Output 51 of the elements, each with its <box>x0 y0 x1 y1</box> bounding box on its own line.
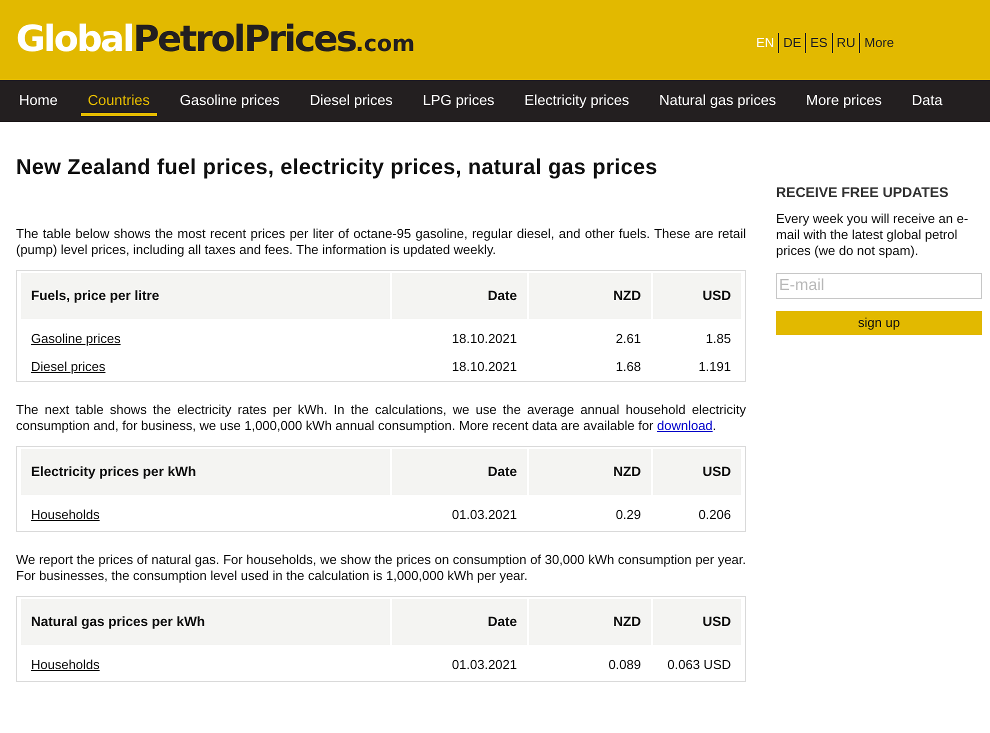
table-cell-text: 0.29 <box>614 506 642 524</box>
language-link[interactable]: ES <box>805 33 832 53</box>
fuel-link[interactable]: Households <box>31 657 100 672</box>
page-title: New Zealand fuel prices, electricity prices, natural gas prices <box>16 154 658 181</box>
column-header: NZD <box>529 273 651 319</box>
language-link[interactable]: More <box>859 33 898 53</box>
fuel-link[interactable]: Households <box>31 507 100 522</box>
column-header: Date <box>392 449 527 495</box>
table-cell-text: 1.68 <box>614 358 642 376</box>
nav-link[interactable]: Countries <box>72 80 165 122</box>
nav-link[interactable]: Data <box>896 80 958 122</box>
language-link[interactable]: DE <box>778 33 806 53</box>
nav-link[interactable]: Natural gas prices <box>644 80 792 122</box>
intro-paragraph: We report the prices of natural gas. For households, we show the prices on consumption of 30,000 kWh consumption per year. For businesses, the consumption level used in the calculation is 1,000,000 kWh per year. <box>16 552 746 584</box>
language-link[interactable]: RU <box>832 33 860 53</box>
sidebar-heading: RECEIVE FREE UPDATES <box>776 183 950 202</box>
table-cell-text: 18.10.2021 <box>450 358 518 376</box>
intro-paragraph: The next table shows the electricity rates per kWh. In the calculations, we use the average annual household electricity consumption and, for business, we use 1,000,000 kWh annual consumption. More recent data are available for download. <box>16 402 746 434</box>
sign-up-button[interactable]: sign up <box>776 311 982 335</box>
intro-paragraph: The table below shows the most recent prices per liter of octane-95 gasoline, regular diesel, and other fuels. These are retail (pump) level prices, including all taxes and fees. The information is updated weekly. <box>16 226 746 258</box>
email-field[interactable]: E-mail <box>776 273 982 299</box>
nav-link[interactable]: LPG prices <box>408 80 510 122</box>
table-cell-text: 0.089 <box>607 656 642 674</box>
table-cell-text: 1.191 <box>697 358 732 376</box>
table-cell-text: 1.85 <box>704 330 732 348</box>
nav-link[interactable]: Diesel prices <box>294 80 408 122</box>
download-link[interactable]: download <box>657 418 713 433</box>
column-header: Natural gas prices per kWh <box>21 599 390 645</box>
fuel-link[interactable]: Diesel prices <box>31 359 106 374</box>
column-header: NZD <box>529 599 651 645</box>
column-header: USD <box>653 599 741 645</box>
site-logo[interactable]: GlobalPetrolPrices.com <box>16 22 415 58</box>
table-cell-text: 0.063 USD <box>666 656 732 674</box>
table-cell-text: 2.61 <box>614 330 642 348</box>
column-header: Fuels, price per litre <box>21 273 390 319</box>
column-header: NZD <box>529 449 651 495</box>
fuel-link[interactable]: Gasoline prices <box>31 331 121 346</box>
table-cell-text: 01.03.2021 <box>450 506 518 524</box>
column-header: Electricity prices per kWh <box>21 449 390 495</box>
nav-link[interactable]: More prices <box>791 80 897 122</box>
table-cell-text: 01.03.2021 <box>450 656 518 674</box>
column-header: USD <box>653 273 741 319</box>
column-header: USD <box>653 449 741 495</box>
column-header: Date <box>392 599 527 645</box>
nav-link[interactable]: Gasoline prices <box>164 80 295 122</box>
sidebar-text: Every week you will receive an e-mail with the latest global petrol prices (we do not spam). <box>776 211 970 259</box>
nav-link[interactable]: Home <box>4 80 73 122</box>
table-cell-text: 0.206 <box>697 506 732 524</box>
column-header: Date <box>392 273 527 319</box>
table-cell-text: 18.10.2021 <box>450 330 518 348</box>
nav-link[interactable]: Electricity prices <box>509 80 644 122</box>
